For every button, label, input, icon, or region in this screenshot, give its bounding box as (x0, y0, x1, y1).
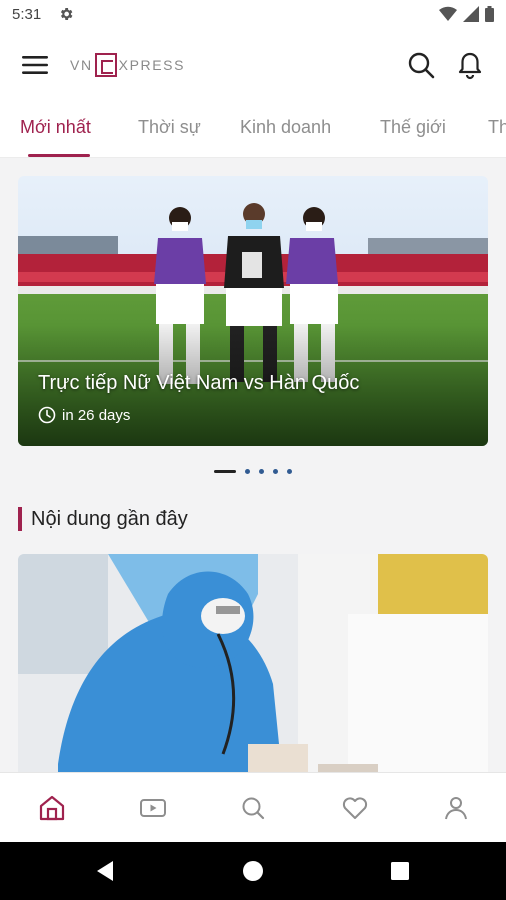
tab-the-gioi[interactable]: Thế giới (380, 117, 446, 138)
logo-mark-icon (94, 53, 117, 77)
search-icon[interactable] (406, 50, 436, 80)
tab-moi-nhat[interactable]: Mới nhất (20, 117, 91, 138)
home-button-icon[interactable] (241, 859, 265, 883)
hero-time-row: in 26 days (38, 406, 130, 424)
clock-icon (38, 406, 56, 424)
profile-icon[interactable] (441, 793, 471, 823)
search-icon[interactable] (238, 793, 268, 823)
video-icon[interactable] (138, 793, 168, 823)
carousel-dot-active[interactable] (214, 470, 236, 473)
tab-thoi-su[interactable]: Thời sự (138, 117, 201, 138)
recents-icon[interactable] (388, 859, 412, 883)
battery-icon (485, 6, 494, 22)
home-icon[interactable] (37, 793, 67, 823)
status-time: 5:31 (12, 6, 42, 23)
carousel-dot[interactable] (287, 469, 292, 474)
wifi-icon (439, 6, 457, 22)
category-tabs: Mới nhất Thời sự Kinh doanh Thế giới Th (0, 100, 506, 158)
hero-time: in 26 days (62, 406, 131, 424)
system-nav-bar (0, 842, 506, 900)
heart-icon[interactable] (340, 793, 370, 823)
section-accent-bar (18, 507, 22, 531)
section-title: Nội dung gần đây (31, 507, 188, 530)
menu-icon[interactable] (20, 52, 50, 78)
hero-card[interactable]: Trực tiếp Nữ Việt Nam vs Hàn Quốc in 26 … (18, 176, 488, 446)
feed-content[interactable]: Trực tiếp Nữ Việt Nam vs Hàn Quốc in 26 … (0, 158, 506, 772)
carousel-dot[interactable] (245, 469, 250, 474)
tab-more[interactable]: Th (488, 117, 506, 138)
tab-kinh-doanh[interactable]: Kinh doanh (240, 117, 331, 138)
carousel-dot[interactable] (259, 469, 264, 474)
vnexpress-logo: VN XPRESS (70, 52, 185, 78)
status-bar: 5:31 (0, 0, 506, 30)
settings-icon (60, 8, 73, 20)
bell-icon[interactable] (455, 50, 485, 80)
section-header: Nội dung gần đây (18, 506, 188, 532)
carousel-dot[interactable] (273, 469, 278, 474)
active-tab-indicator (28, 154, 90, 157)
article-image (18, 554, 488, 772)
app-bar: VN XPRESS (0, 30, 506, 100)
logo-text-left: VN (70, 57, 93, 73)
hero-title[interactable]: Trực tiếp Nữ Việt Nam vs Hàn Quốc (38, 372, 359, 395)
back-icon[interactable] (93, 859, 117, 883)
logo-text-right: XPRESS (118, 57, 186, 73)
bottom-nav (0, 772, 506, 842)
signal-icon (463, 6, 479, 22)
carousel-indicator (0, 466, 506, 476)
article-card[interactable] (18, 554, 488, 772)
